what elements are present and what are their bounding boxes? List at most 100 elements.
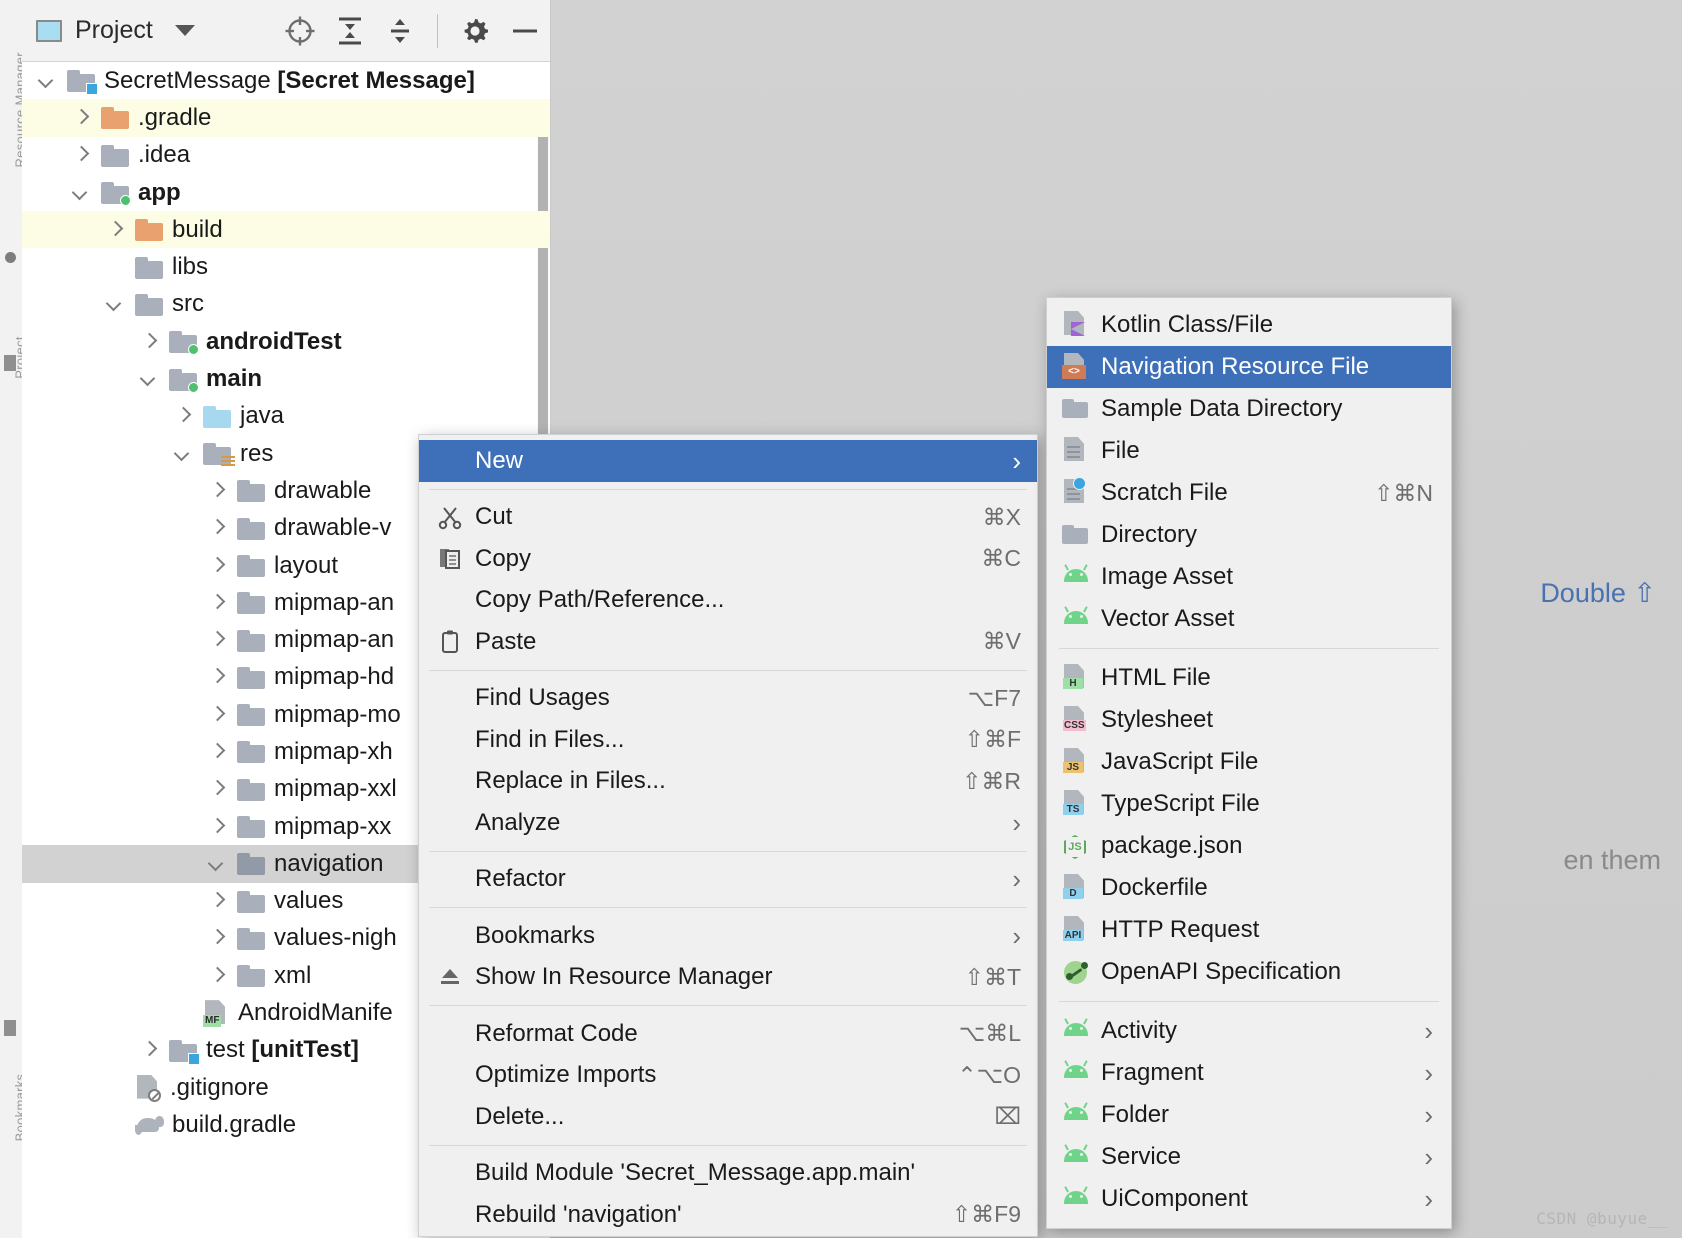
android-icon [1061,1143,1091,1171]
menu-item-build-module[interactable]: Build Module 'Secret_Message.app.main' [419,1153,1037,1195]
expand-all-icon[interactable] [333,14,367,48]
menu-item-show-in-resource-manager[interactable]: Show In Resource Manager ⇧⌘T [419,957,1037,999]
android-icon [1061,1101,1091,1129]
tree-row-label: .gitignore [170,1073,269,1101]
tree-expand-right-icon[interactable] [206,927,228,949]
context-menu[interactable]: New › Cut ⌘X Copy ⌘C Copy Path/Reference... Pas… [418,434,1038,1237]
menu-item-label: New [475,446,524,474]
menu-item-shortcut: ⌃⌥O [957,1061,1021,1088]
tree-row-label: build [172,215,223,243]
menu-item-label: Build Module 'Secret_Message.app.main' [475,1159,916,1187]
tree-row[interactable]: libs [22,248,550,285]
menu-item-replace-in-files[interactable]: Replace in Files... ⇧⌘R [419,761,1037,803]
menu-item-rebuild-navigation[interactable]: Rebuild 'navigation' ⇧⌘F9 [419,1194,1037,1236]
tree-expand-right-icon[interactable] [206,965,228,987]
tree-expand-right-icon[interactable] [70,107,92,129]
new-image-asset[interactable]: Image Asset [1047,556,1451,598]
new-sample-data-directory[interactable]: Sample Data Directory [1047,388,1451,430]
tree-row-label: mipmap-hd [274,663,395,691]
new-vector-asset[interactable]: Vector Asset [1047,598,1451,640]
collapse-all-icon[interactable] [383,14,417,48]
tree-expand-down-icon[interactable] [36,70,58,92]
new-scratch-file[interactable]: Scratch File ⇧⌘N [1047,472,1451,514]
menu-item-find-in-files[interactable]: Find in Files... ⇧⌘F [419,719,1037,761]
menu-item-bookmarks[interactable]: Bookmarks › [419,915,1037,957]
tree-row[interactable]: build [22,211,550,249]
menu-item-paste[interactable]: Paste ⌘V [419,621,1037,663]
new-navigation-resource-file[interactable]: <> Navigation Resource File [1047,346,1451,388]
tree-row[interactable]: SecretMessage [Secret Message] [22,62,550,99]
tree-row[interactable]: java [22,398,550,435]
menu-item-cut[interactable]: Cut ⌘X [419,497,1037,539]
tree-expand-right-icon[interactable] [172,405,194,427]
tree-row[interactable]: app [22,174,550,211]
menu-item-new[interactable]: New › [419,440,1037,482]
locate-icon[interactable] [283,14,317,48]
menu-item-copy[interactable]: Copy ⌘C [419,538,1037,580]
new-stylesheet[interactable]: CSS Stylesheet [1047,699,1451,741]
tree-expand-right-icon[interactable] [206,778,228,800]
tree-expand-right-icon[interactable] [206,704,228,726]
kotlin-file-icon [1061,311,1091,339]
new-typescript-file[interactable]: TS TypeScript File [1047,783,1451,825]
menu-item-copy-path[interactable]: Copy Path/Reference... [419,580,1037,622]
tree-row[interactable]: main [22,360,550,397]
new-activity[interactable]: Activity › [1047,1010,1451,1052]
new-javascript-file[interactable]: JS JavaScript File [1047,741,1451,783]
tree-expand-right-icon[interactable] [138,331,160,353]
tree-expand-down-icon[interactable] [138,368,160,390]
gear-icon[interactable] [458,14,492,48]
tree-expand-right-icon[interactable] [206,480,228,502]
menu-item-delete[interactable]: Delete... ⌧ [419,1096,1037,1138]
folder-gray [237,740,265,764]
new-uicomponent[interactable]: UiComponent › [1047,1178,1451,1220]
tree-expand-right-icon[interactable] [206,741,228,763]
new-package-json[interactable]: JS package.json [1047,825,1451,867]
tree-row[interactable]: .gradle [22,99,550,137]
new-http-request[interactable]: API HTTP Request [1047,909,1451,951]
tree-expand-right-icon[interactable] [206,890,228,912]
project-panel-title: Project [75,16,153,44]
tree-expand-down-icon[interactable] [70,182,92,204]
gitignore-file-icon [135,1074,161,1102]
menu-item-find-usages[interactable]: Find Usages ⌥F7 [419,678,1037,720]
tree-expand-right-icon[interactable] [70,144,92,166]
menu-item-reformat-code[interactable]: Reformat Code ⌥⌘L [419,1013,1037,1055]
tree-row[interactable]: androidTest [22,323,550,360]
tree-expand-down-icon[interactable] [172,443,194,465]
tree-expand-right-icon[interactable] [138,1039,160,1061]
navigation-resource-icon: <> [1061,353,1091,381]
new-fragment[interactable]: Fragment › [1047,1052,1451,1094]
tree-expand-right-icon[interactable] [206,517,228,539]
menu-item-optimize-imports[interactable]: Optimize Imports ⌃⌥O [419,1055,1037,1097]
tree-row[interactable]: src [22,286,550,323]
new-directory[interactable]: Directory [1047,514,1451,556]
tree-expand-right-icon[interactable] [206,555,228,577]
module-folder-blue-badge [67,69,98,96]
tree-expand-right-icon[interactable] [104,219,126,241]
new-service[interactable]: Service › [1047,1136,1451,1178]
tree-row-label: androidTest [206,327,342,355]
new-kotlin-class-file[interactable]: Kotlin Class/File [1047,304,1451,346]
new-folder[interactable]: Folder › [1047,1094,1451,1136]
tree-expand-right-icon[interactable] [206,816,228,838]
tree-row-label: SecretMessage [Secret Message] [104,66,475,94]
tree-expand-right-icon[interactable] [206,592,228,614]
submenu-item-label: Image Asset [1101,563,1234,590]
tree-expand-down-icon[interactable] [104,293,126,315]
tree-expand-down-icon[interactable] [206,853,228,875]
editor-hint-line-1: Double ⇧ [1540,578,1656,608]
new-file[interactable]: File [1047,430,1451,472]
menu-item-refactor[interactable]: Refactor › [419,859,1037,901]
hide-icon[interactable] [508,14,542,48]
new-dockerfile[interactable]: D Dockerfile [1047,867,1451,909]
new-submenu[interactable]: Kotlin Class/File <> Navigation Resource F… [1046,297,1452,1229]
tree-expand-right-icon[interactable] [206,666,228,688]
new-html-file[interactable]: H HTML File [1047,657,1451,699]
new-openapi-specification[interactable]: OpenAPI Specification [1047,951,1451,993]
menu-item-analyze[interactable]: Analyze › [419,802,1037,844]
chevron-down-icon[interactable] [174,25,195,36]
tree-expand-right-icon[interactable] [206,629,228,651]
tree-row[interactable]: .idea [22,137,550,174]
file-icon [1061,437,1091,465]
